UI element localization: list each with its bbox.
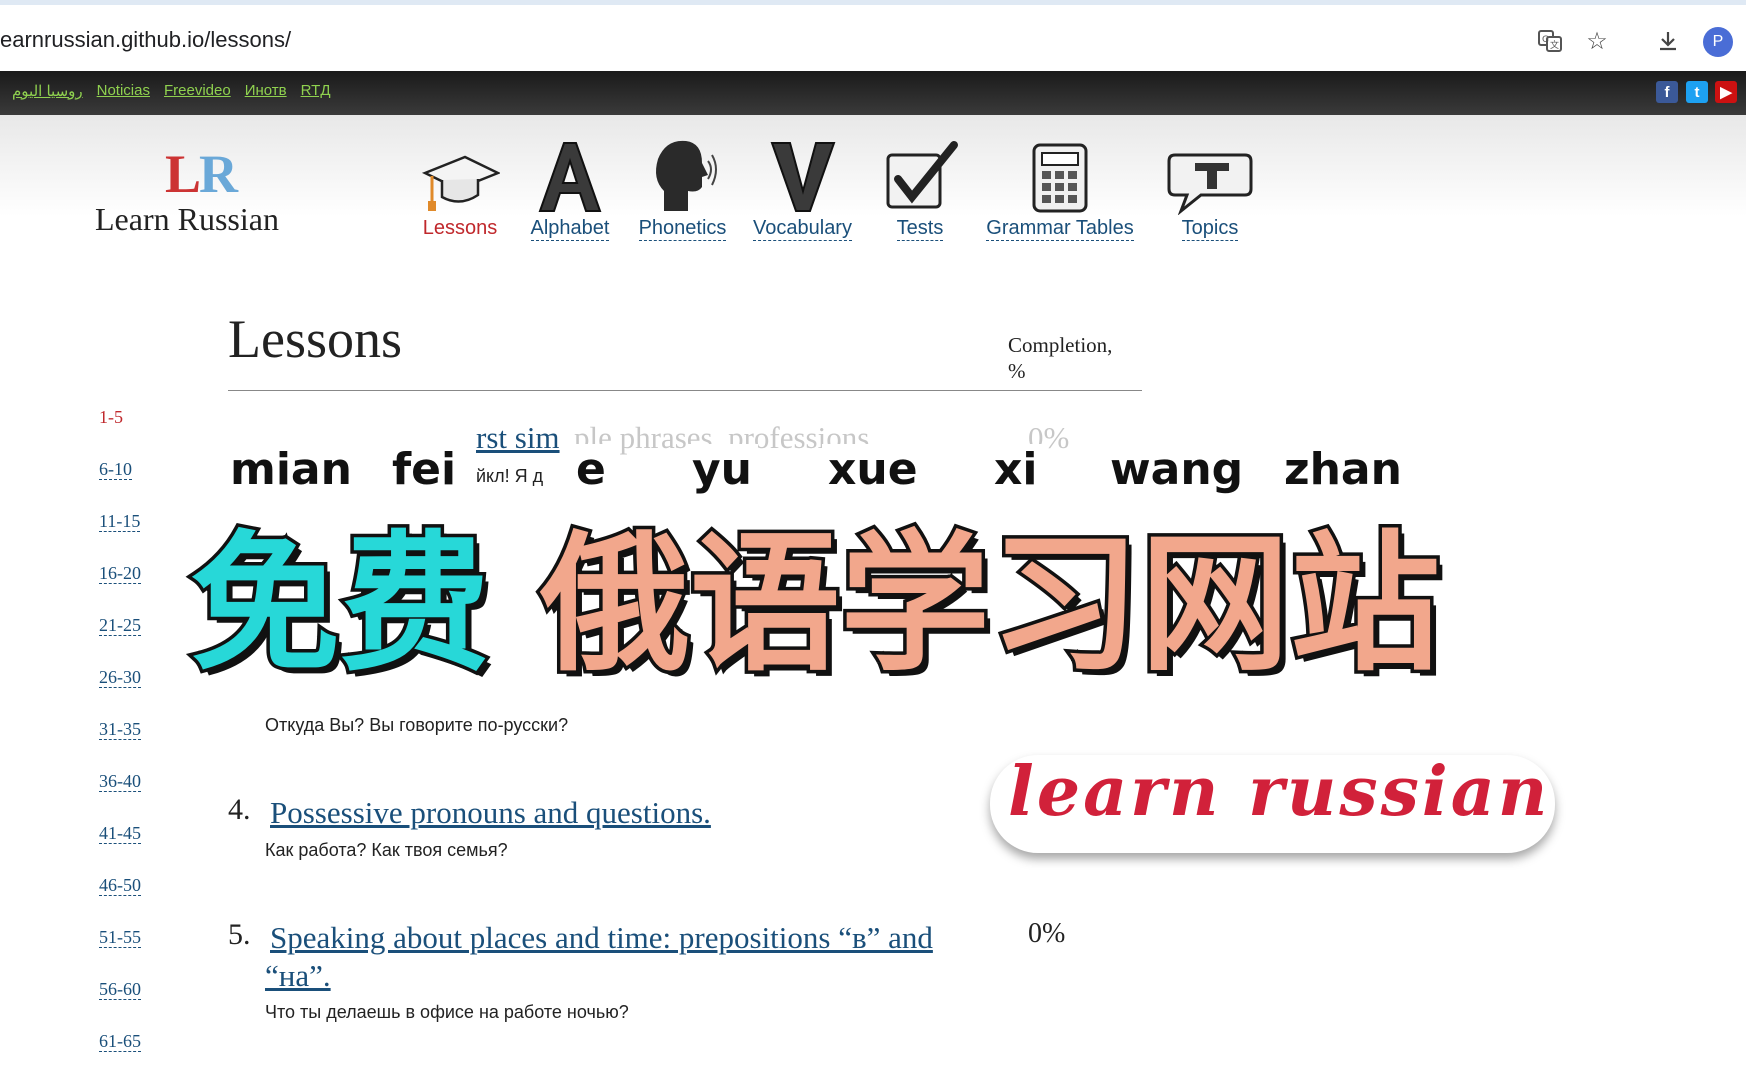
pinyin-wang: wang xyxy=(1104,444,1250,495)
logo-letter-r: R xyxy=(199,144,238,204)
lesson-4-subtitle: Как работа? Как твоя семья? xyxy=(265,840,508,860)
nav-alphabet[interactable]: Alphabet xyxy=(520,133,620,241)
checkbox-icon xyxy=(872,133,968,215)
nav-lessons-label: Lessons xyxy=(422,217,498,239)
lesson-5-link-line2[interactable]: “на”. xyxy=(265,957,331,995)
range-link-21-25[interactable]: 21-25 xyxy=(99,615,141,636)
overlay-title-free: 免费 xyxy=(186,517,493,694)
twitter-icon[interactable]: t xyxy=(1686,81,1708,103)
range-link-56-60[interactable]: 56-60 xyxy=(99,979,141,1000)
lesson-link-fragment[interactable]: rst sim xyxy=(476,420,560,456)
site-logo-mark[interactable]: LR xyxy=(165,143,238,205)
nav-phonetics-label: Phonetics xyxy=(638,217,727,241)
nav-lessons[interactable]: Lessons xyxy=(410,133,510,240)
translate-icon[interactable]: G文 xyxy=(1536,27,1564,55)
nav-alphabet-label: Alphabet xyxy=(530,217,610,241)
completion-header-line2: % xyxy=(1008,359,1026,383)
calculator-table-icon xyxy=(985,133,1135,215)
range-link-6-10[interactable]: 6-10 xyxy=(99,459,132,480)
download-icon[interactable] xyxy=(1654,27,1682,55)
pinyin-mian: mian xyxy=(230,444,352,495)
lesson-4-link[interactable]: Possessive pronouns and questions. xyxy=(270,794,711,832)
topbar-link-noticias[interactable]: Noticias xyxy=(97,82,150,100)
topbar-link-rt-arabic[interactable]: روسيا اليوم xyxy=(12,82,83,100)
range-link-46-50[interactable]: 46-50 xyxy=(99,875,141,896)
youtube-icon[interactable]: ▶ xyxy=(1715,81,1737,103)
letter-a-icon xyxy=(520,133,620,215)
lesson-5-number: 5. xyxy=(228,918,251,951)
url-text[interactable]: earnrussian.github.io/lessons/ xyxy=(0,27,291,53)
completion-column-header: Completion, % xyxy=(1008,332,1112,384)
lesson-sub-fragment: йкл! Я д xyxy=(476,466,544,486)
range-link-31-35[interactable]: 31-35 xyxy=(99,719,141,740)
nav-vocabulary-label: Vocabulary xyxy=(753,217,852,241)
lesson-5-subtitle: Что ты делаешь в офисе на работе ночью? xyxy=(265,1002,629,1022)
site-logo-name[interactable]: Learn Russian xyxy=(95,201,279,238)
logo-letter-l: L xyxy=(165,144,201,204)
range-link-16-20[interactable]: 16-20 xyxy=(99,563,141,584)
pinyin-zhan: zhan xyxy=(1278,444,1408,495)
range-link-41-45[interactable]: 41-45 xyxy=(99,823,141,844)
address-bar[interactable]: earnrussian.github.io/lessons/ G文 ☆ P xyxy=(0,5,1746,71)
nav-topics[interactable]: Topics xyxy=(1160,133,1260,241)
nav-grammar-tables-label: Grammar Tables xyxy=(986,217,1134,241)
letter-v-icon xyxy=(750,133,855,215)
topbar-link-freevideo[interactable]: Freevideo xyxy=(164,82,231,100)
nav-vocabulary[interactable]: Vocabulary xyxy=(750,133,855,241)
nav-topics-label: Topics xyxy=(1181,217,1239,241)
site-header: LR Learn Russian Lessons Alphabet Phonet… xyxy=(0,115,1746,260)
facebook-icon[interactable]: f xyxy=(1656,81,1678,103)
nav-grammar-tables[interactable]: Grammar Tables xyxy=(985,133,1135,241)
range-link-51-55[interactable]: 51-55 xyxy=(99,927,141,948)
svg-text:文: 文 xyxy=(1550,39,1559,51)
pinyin-fei: fei xyxy=(392,444,457,495)
pinyin-xue: xue xyxy=(822,444,924,495)
range-link-26-30[interactable]: 26-30 xyxy=(99,667,141,688)
topbar-links: روسيا اليوم Noticias Freevideo Инотв RTД xyxy=(12,82,331,100)
range-link-1-5[interactable]: 1-5 xyxy=(99,407,123,427)
page-title: Lessons xyxy=(228,309,402,369)
nav-tests-label: Tests xyxy=(896,217,944,241)
profile-avatar[interactable]: P xyxy=(1703,27,1733,57)
lesson-5-link[interactable]: Speaking about places and time: preposit… xyxy=(270,919,933,957)
svg-text:G: G xyxy=(1542,35,1549,45)
completion-header-line1: Completion, xyxy=(1008,333,1113,357)
nav-tests[interactable]: Tests xyxy=(872,133,968,241)
topbar-link-inotv[interactable]: Инотв xyxy=(245,82,287,100)
graduation-cap-icon xyxy=(410,133,510,215)
range-link-61-65[interactable]: 61-65 xyxy=(99,1031,141,1052)
site-top-bar: روسيا اليوم Noticias Freevideo Инотв RTД… xyxy=(0,71,1746,115)
nav-phonetics[interactable]: Phonetics xyxy=(630,133,735,241)
lesson-5-completion: 0% xyxy=(1028,918,1066,949)
range-link-11-15[interactable]: 11-15 xyxy=(99,511,141,532)
lesson-3-subtitle: Откуда Вы? Вы говорите по-русски? xyxy=(265,715,569,735)
topbar-link-rtd[interactable]: RTД xyxy=(301,82,331,100)
lesson-4-number: 4. xyxy=(228,793,251,826)
title-divider xyxy=(228,390,1142,391)
range-link-36-40[interactable]: 36-40 xyxy=(99,771,141,792)
learn-russian-sticker-text: learn russian xyxy=(1008,752,1551,832)
speaking-head-icon xyxy=(630,133,735,215)
overlay-title-site: 俄语学习网站 xyxy=(536,517,1443,694)
pinyin-xi: xi xyxy=(988,444,1044,495)
speech-bubble-icon xyxy=(1160,133,1260,215)
pinyin-e: e xyxy=(570,444,612,495)
star-icon[interactable]: ☆ xyxy=(1583,27,1611,55)
pinyin-yu: yu xyxy=(686,444,759,495)
